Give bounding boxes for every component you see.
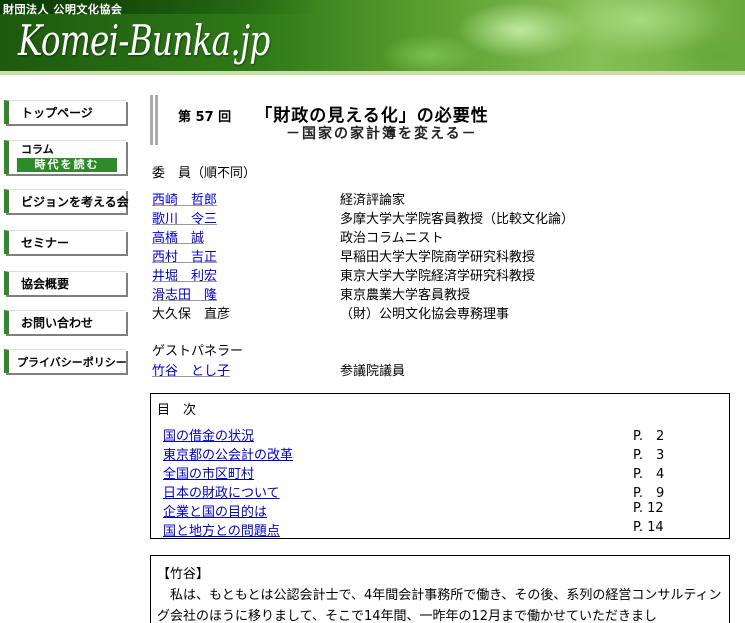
guest-name-link[interactable]: 竹谷 とし子 [152,360,230,379]
sidebar-item-label: 協会概要 [21,277,70,291]
member-row: 高橋 誠 政治コラムニスト [152,227,712,246]
toc-item: 全国の市区町村 P. 4 [163,463,723,482]
site-logo[interactable]: Komei-Bunka.jp [18,16,270,65]
member-name-link[interactable]: 西村 吉正 [152,246,217,265]
member-name: 大久保 直彦 [152,307,231,322]
toc-link[interactable]: 企業と国の目的は [163,501,267,520]
sidebar-item-vision[interactable]: ビジョンを考える会 [4,189,129,213]
sidebar-item-label: セミナー [21,236,70,250]
toc-page-number: P. 3 [633,448,665,463]
sidebar-item-sublabel: 時代を読む [17,158,117,172]
member-title: 経済評論家 [340,193,406,208]
toc-link[interactable]: 国の借金の状況 [163,425,254,444]
transcript-text: 私は、もともとは公認会計士で、4年間会計事務所で働き、その後、系列の経営コンサル… [157,588,722,623]
member-title: 早稲田大学大学院商学研究科教授 [340,250,536,265]
member-name-link[interactable]: 滑志田 隆 [152,284,217,303]
member-row: 歌川 令三 多摩大学大学院客員教授（比較文化論） [152,208,712,227]
toc-item: 東京都の公会計の改革 P. 3 [163,444,723,463]
toc-link[interactable]: 全国の市区町村 [163,463,254,482]
sidebar-item-label: コラム [21,143,54,156]
sidebar-item-contact[interactable]: お問い合わせ [4,310,126,334]
toc-page-number: P. 2 [633,429,665,444]
toc-page-number: P. 4 [633,467,665,482]
member-name-link[interactable]: 歌川 令三 [152,208,217,227]
toc-item: 日本の財政について P. 9 [163,482,723,501]
table-of-contents: 目 次 国の借金の状況 P. 2 東京都の公会計の改革 P. 3 全国の市区町村… [150,393,730,539]
sidebar-item-top-page[interactable]: トップページ [4,100,126,124]
member-title: 多摩大学大学院客員教授（比較文化論） [340,212,575,227]
committee-heading: 委 員（順不同） [152,166,257,181]
issue-number: 第 57 回 [178,110,232,125]
toc-link[interactable]: 国と地方との問題点 [163,520,280,539]
toc-link[interactable]: 東京都の公会計の改革 [163,444,293,463]
toc-heading: 目 次 [157,403,197,418]
sidebar-item-label: ビジョンを考える会 [21,195,129,209]
guest-row: 竹谷 とし子 参議院議員 [152,360,712,379]
site-header: 財団法人 公明文化協会 Komei-Bunka.jp [0,0,745,75]
article-title-block: 第 57 回 「財政の見える化」の必要性 －国家の家計簿を変える－ [150,95,740,145]
member-title: 東京大学大学院経済学研究科教授 [340,269,536,284]
toc-item: 国の借金の状況 P. 2 [163,425,723,444]
toc-page-number: P. 9 [633,486,665,501]
sidebar-item-about[interactable]: 協会概要 [4,271,126,295]
member-row: 滑志田 隆 東京農業大学客員教授 [152,284,712,303]
toc-page-number: P. 14 [633,520,664,535]
member-name-link[interactable]: 西崎 哲郎 [152,189,217,208]
toc-page-number: P. 12 [633,501,664,516]
member-title: 東京農業大学客員教授 [340,288,471,303]
org-name: 財団法人 公明文化協会 [3,3,123,16]
member-row: 井堀 利宏 東京大学大学院経済学研究科教授 [152,265,712,284]
sidebar-item-label: プライバシーポリシー [17,355,127,369]
member-name-link[interactable]: 高橋 誠 [152,227,204,246]
sidebar-item-label: お問い合わせ [21,316,94,330]
guest-heading: ゲストパネラー [152,344,244,359]
sidebar-item-column[interactable]: コラム 時代を読む [4,140,126,174]
member-row: 大久保 直彦 （財）公明文化協会専務理事 [152,303,712,322]
member-row: 西村 吉正 早稲田大学大学院商学研究科教授 [152,246,712,265]
toc-link[interactable]: 日本の財政について [163,482,280,501]
member-title: （財）公明文化協会専務理事 [340,307,510,322]
member-name-link[interactable]: 井堀 利宏 [152,265,217,284]
member-row: 西崎 哲郎 経済評論家 [152,189,712,208]
member-title: 政治コラムニスト [340,231,444,246]
transcript-box: 【竹谷】 私は、もともとは公認会計士で、4年間会計事務所で働き、その後、系列の経… [150,555,730,623]
header-divider [0,71,745,75]
sidebar-item-privacy[interactable]: プライバシーポリシー [4,349,127,373]
toc-item: 企業と国の目的は P. 12 [163,501,723,520]
toc-item: 国と地方との問題点 P. 14 [163,520,723,539]
sidebar-item-seminar[interactable]: セミナー [4,230,126,254]
page-subtitle: －国家の家計簿を変える－ [286,126,478,142]
sidebar-item-label: トップページ [21,106,93,120]
speaker-label: 【竹谷】 [157,567,210,582]
guest-title: 参議院議員 [340,364,406,379]
